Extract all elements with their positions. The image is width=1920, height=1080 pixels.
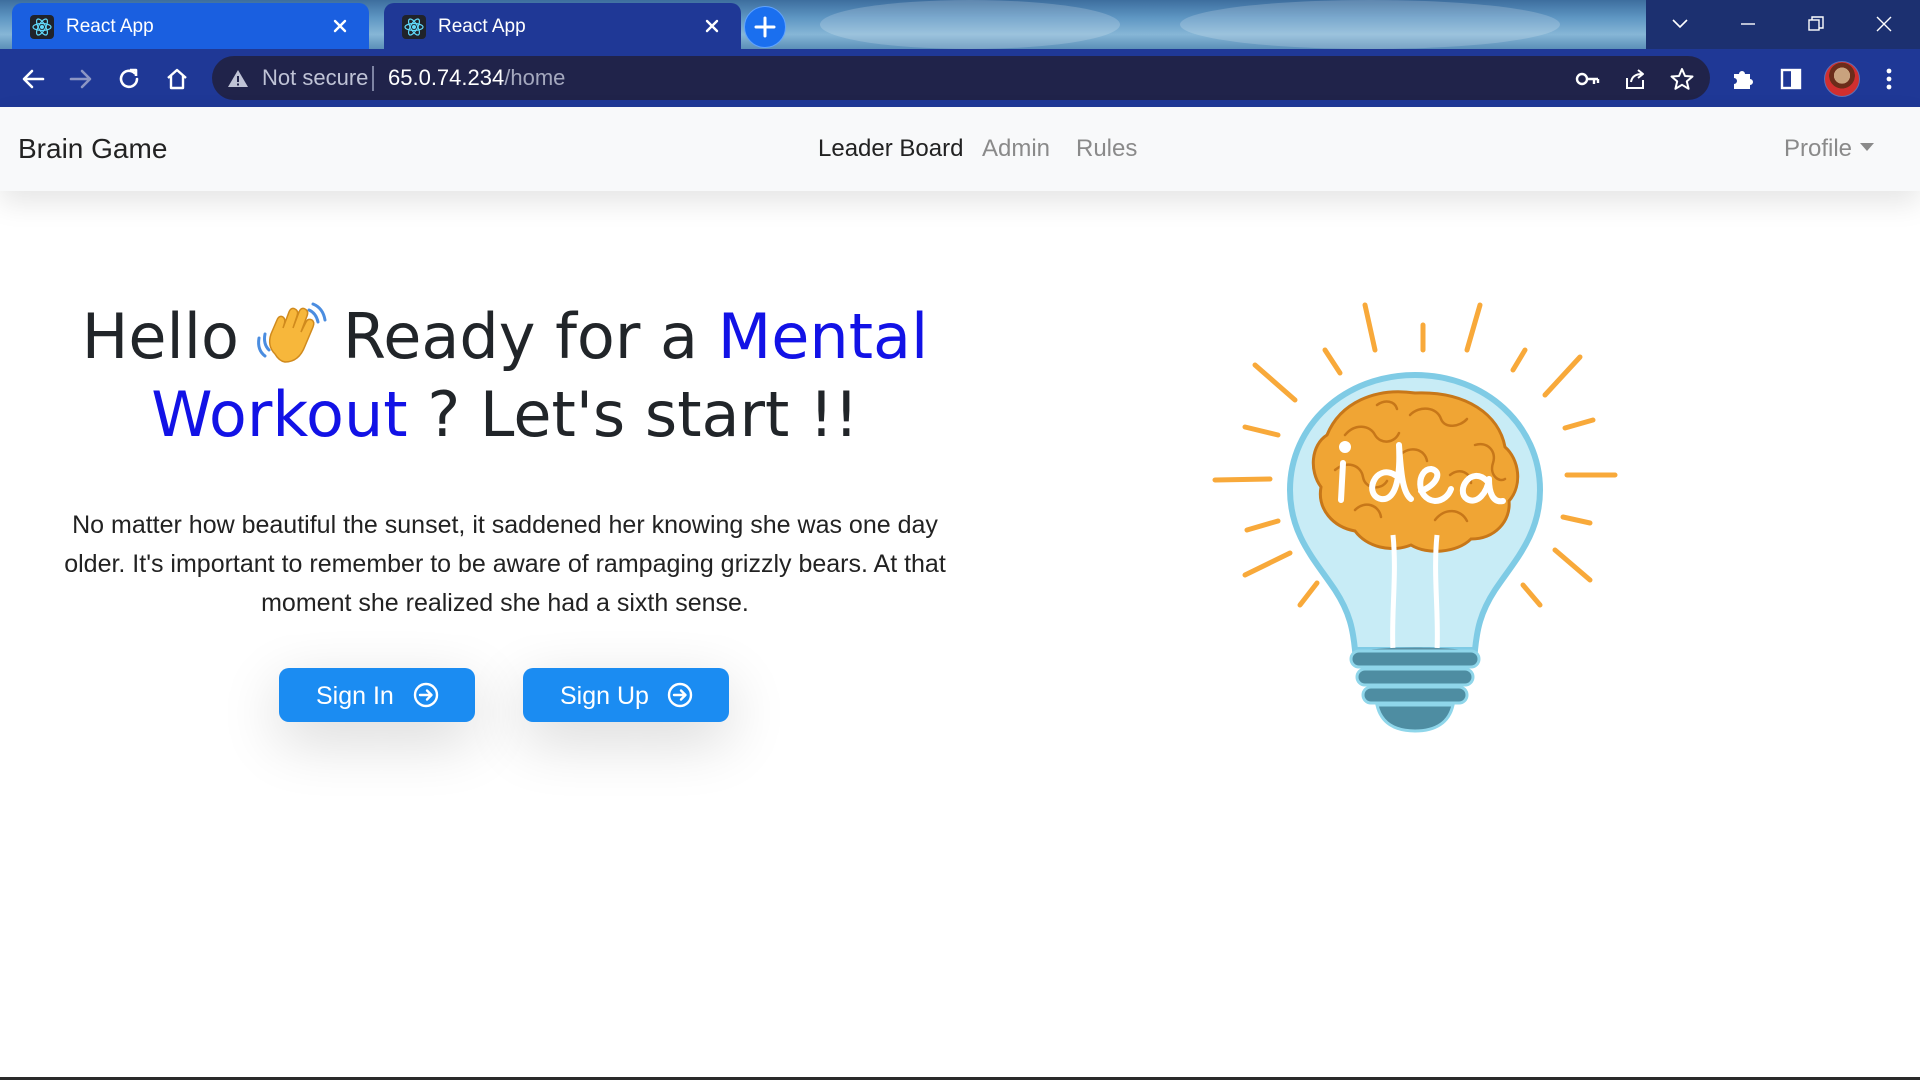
sign-up-label: Sign Up	[560, 682, 649, 710]
close-icon[interactable]	[327, 13, 353, 39]
browser-tab-strip: React App React App	[0, 0, 1920, 49]
window-close-button[interactable]	[1850, 0, 1920, 49]
arrow-right-circle-icon	[667, 682, 693, 708]
sign-in-button[interactable]: Sign In	[279, 668, 475, 722]
tab-title: React App	[438, 16, 526, 37]
tab-search-button[interactable]	[1646, 0, 1714, 49]
arrow-right-circle-icon	[413, 682, 439, 708]
lightbulb-brain-illustration	[1212, 302, 1618, 733]
minimize-icon	[1741, 23, 1755, 25]
nav-rules[interactable]: Rules	[1076, 135, 1137, 163]
react-favicon-icon	[402, 15, 426, 39]
nav-leader-board[interactable]: Leader Board	[818, 135, 963, 163]
extensions-icon[interactable]	[1728, 64, 1758, 94]
profile-label: Profile	[1784, 135, 1853, 162]
background-wave	[1180, 0, 1560, 49]
caret-down-icon	[1860, 142, 1875, 151]
star-icon[interactable]	[1669, 66, 1695, 92]
hero-title-end: ? Let's start !!	[427, 378, 859, 451]
app-navbar: Brain Game Leader Board Admin Rules Prof…	[0, 107, 1920, 191]
close-icon[interactable]	[699, 13, 725, 39]
restore-icon	[1808, 16, 1824, 31]
forward-icon[interactable]	[66, 64, 96, 94]
browser-tab-active[interactable]: React App	[384, 3, 741, 49]
new-tab-button[interactable]	[744, 6, 786, 48]
url-path: /home	[504, 65, 566, 90]
hero-title-highlight: Mental	[717, 300, 929, 373]
waving-hand-icon	[257, 302, 327, 363]
profile-dropdown[interactable]: Profile	[1784, 135, 1875, 163]
key-icon[interactable]	[1574, 66, 1600, 92]
url-text[interactable]: 65.0.74.234/home	[388, 66, 565, 90]
browser-tab[interactable]: React App	[12, 3, 369, 49]
reload-icon[interactable]	[114, 64, 144, 94]
sign-up-button[interactable]: Sign Up	[523, 668, 729, 722]
nav-admin[interactable]: Admin	[982, 135, 1050, 163]
back-icon[interactable]	[18, 64, 48, 94]
address-bar[interactable]: Not secure 65.0.74.234/home	[212, 56, 1710, 100]
hero-title-question: Ready for a	[342, 300, 699, 373]
close-icon	[1876, 16, 1892, 32]
avatar[interactable]	[1824, 61, 1860, 97]
security-label[interactable]: Not secure	[262, 66, 368, 90]
home-icon[interactable]	[162, 64, 192, 94]
chevron-down-icon	[1672, 19, 1688, 29]
react-favicon-icon	[30, 15, 54, 39]
hero-title-greeting: Hello	[81, 300, 239, 373]
url-host: 65.0.74.234	[388, 65, 505, 90]
hero-description: No matter how beautiful the sunset, it s…	[64, 511, 946, 617]
browser-toolbar: Not secure 65.0.74.234/home	[0, 49, 1920, 107]
tab-title: React App	[66, 16, 154, 37]
hero-title-highlight: Workout	[151, 378, 408, 451]
warning-icon[interactable]	[226, 67, 250, 91]
side-panel-icon[interactable]	[1776, 64, 1806, 94]
sign-in-label: Sign In	[316, 682, 394, 710]
minimize-button[interactable]	[1714, 0, 1782, 49]
background-wave	[820, 0, 1120, 49]
brand-link[interactable]: Brain Game	[18, 133, 167, 165]
restore-button[interactable]	[1782, 0, 1850, 49]
omnibox-divider	[372, 66, 374, 91]
plus-icon	[754, 16, 776, 38]
menu-icon[interactable]	[1874, 64, 1904, 94]
share-icon[interactable]	[1622, 66, 1648, 92]
hero-title: Hello Ready for a Mental Workout ? Let's …	[40, 298, 970, 454]
